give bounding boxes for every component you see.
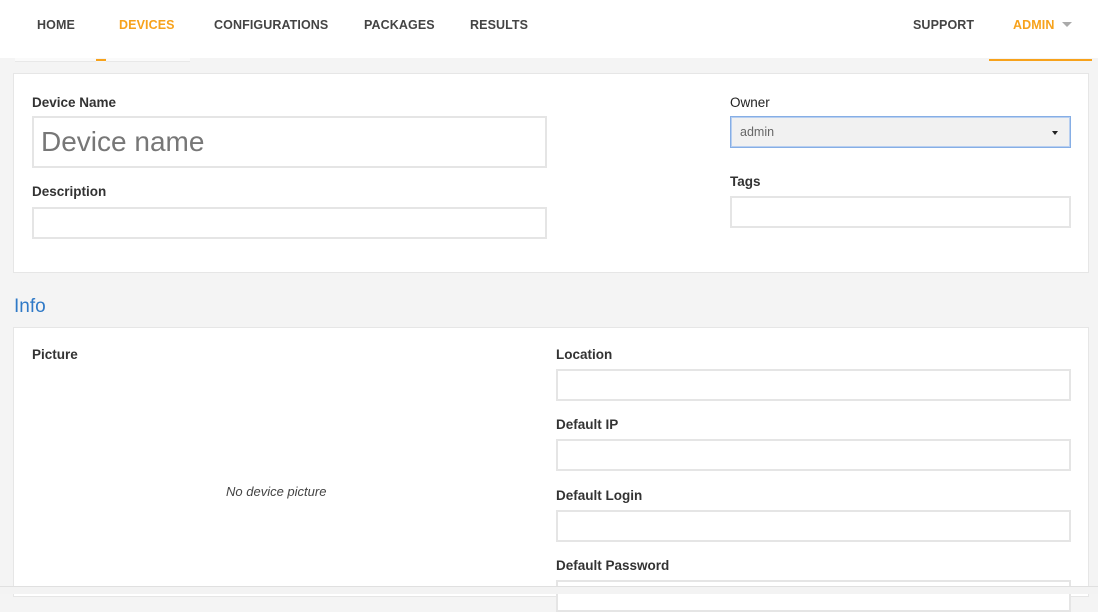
nav-devices[interactable]: DEVICES [119,0,175,58]
owner-label: Owner [730,95,770,110]
tags-input[interactable] [732,198,1069,226]
default-password-field[interactable] [556,580,1071,612]
no-picture-text: No device picture [226,484,327,499]
default-login-input[interactable] [558,512,1069,540]
caret-down-icon [1062,22,1073,28]
user-menu-label: ADMIN [1013,18,1055,32]
owner-selected-value: admin [740,125,775,139]
description-label: Description [32,184,107,199]
default-ip-input[interactable] [558,441,1069,469]
description-field[interactable] [32,207,547,239]
device-name-input[interactable] [34,118,545,166]
general-panel [13,73,1089,273]
description-input[interactable] [34,209,545,237]
location-input[interactable] [558,371,1069,399]
location-field[interactable] [556,369,1071,401]
device-name-field[interactable] [32,116,547,168]
tab-strip-segment [15,58,96,62]
device-name-label: Device Name [32,95,117,110]
tab-strip-segment [106,58,190,62]
default-ip-label: Default IP [556,417,619,432]
nav-results[interactable]: RESULTS [470,0,528,58]
default-login-field[interactable] [556,510,1071,542]
picture-label: Picture [32,347,78,362]
owner-select[interactable]: admin [730,116,1071,148]
user-menu-indicator [989,59,1092,61]
user-menu[interactable]: ADMIN [1013,0,1073,58]
info-section-title: Info [14,296,46,317]
tags-label: Tags [730,174,761,189]
horizontal-scrollbar[interactable] [0,586,1098,594]
nav-support[interactable]: SUPPORT [913,0,974,58]
dropdown-arrow-icon [1052,131,1058,135]
default-ip-field[interactable] [556,439,1071,471]
nav-home[interactable]: HOME [37,0,75,58]
top-navbar: HOME DEVICES CONFIGURATIONS PACKAGES RES… [0,0,1098,61]
default-password-label: Default Password [556,558,670,573]
nav-packages[interactable]: PACKAGES [364,0,435,58]
tags-field[interactable] [730,196,1071,228]
nav-configurations[interactable]: CONFIGURATIONS [214,0,328,58]
location-label: Location [556,347,613,362]
default-login-label: Default Login [556,488,643,503]
